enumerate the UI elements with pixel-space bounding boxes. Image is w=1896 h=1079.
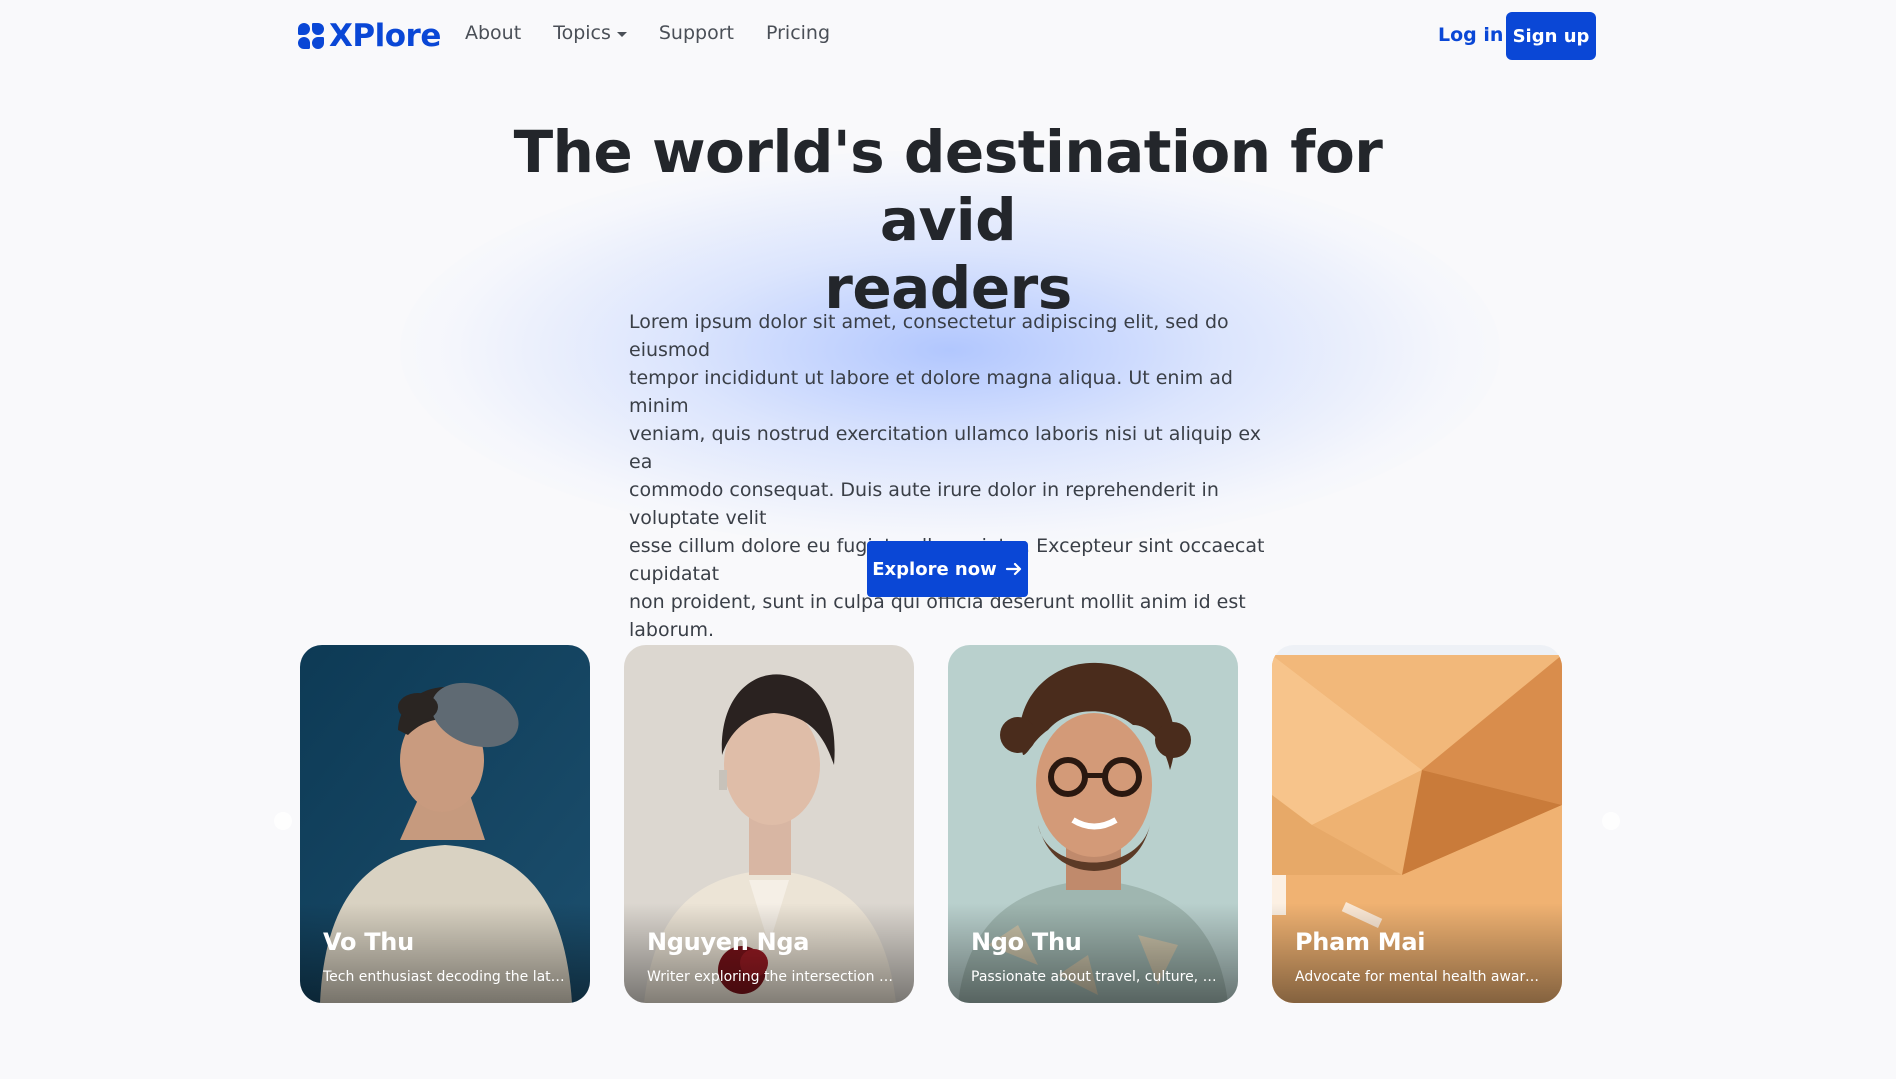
explore-now-button[interactable]: Explore now xyxy=(867,541,1028,597)
nav-link-support-label: Support xyxy=(658,22,734,44)
hero-headline-line-1: The world's destination for avid xyxy=(513,118,1383,254)
author-name: Nguyen Nga xyxy=(647,928,810,956)
author-description: Advocate for mental health awareness xyxy=(1295,969,1545,985)
arrow-right-icon xyxy=(1005,562,1021,576)
author-card[interactable]: Nguyen Nga Writer exploring the intersec… xyxy=(624,645,914,1003)
author-carousel: Vo Thu Tech enthusiast decoding the late… xyxy=(300,645,1563,1003)
top-navbar: XPlore About Topics Support Pricing Log … xyxy=(0,0,1896,72)
nav-links: About Topics Support Pricing xyxy=(465,22,830,44)
lead-line: tempor incididunt ut labore et dolore ma… xyxy=(629,367,1233,417)
lead-line: veniam, quis nostrud exercitation ullamc… xyxy=(629,423,1261,473)
carousel-prev-button[interactable] xyxy=(274,812,292,830)
author-name: Pham Mai xyxy=(1295,928,1426,956)
author-name: Vo Thu xyxy=(323,928,414,956)
author-description: Tech enthusiast decoding the latest tren… xyxy=(323,969,573,985)
brand-name: XPlore xyxy=(329,18,441,54)
nav-link-topics-label: Topics xyxy=(553,22,611,44)
caret-down-icon xyxy=(616,31,627,37)
author-card[interactable]: Pham Mai Advocate for mental health awar… xyxy=(1272,645,1562,1003)
brand-logo[interactable]: XPlore xyxy=(298,16,441,56)
nav-link-pricing-label: Pricing xyxy=(765,22,831,44)
author-description: Writer exploring the intersection of tec… xyxy=(647,969,897,985)
nav-link-support[interactable]: Support xyxy=(659,22,734,44)
xplore-logo-icon xyxy=(298,22,325,50)
nav-link-about[interactable]: About xyxy=(465,22,521,44)
lead-line: non proident, sunt in culpa qui officia … xyxy=(629,591,1246,641)
signup-button[interactable]: Sign up xyxy=(1506,12,1596,60)
author-description: Passionate about travel, culture, and st… xyxy=(971,969,1221,985)
lead-line: commodo consequat. Duis aute irure dolor… xyxy=(629,479,1219,529)
nav-link-about-label: About xyxy=(465,22,522,44)
lead-line: Lorem ipsum dolor sit amet, consectetur … xyxy=(629,311,1229,361)
login-link[interactable]: Log in xyxy=(1438,24,1503,46)
author-card[interactable]: Ngo Thu Passionate about travel, culture… xyxy=(948,645,1238,1003)
author-card[interactable]: Vo Thu Tech enthusiast decoding the late… xyxy=(300,645,590,1003)
hero-headline: The world's destination for avid readers xyxy=(448,118,1448,322)
nav-link-topics[interactable]: Topics xyxy=(553,22,627,44)
author-name: Ngo Thu xyxy=(971,928,1082,956)
carousel-next-button[interactable] xyxy=(1602,812,1620,830)
explore-now-label: Explore now xyxy=(872,558,997,580)
nav-link-pricing[interactable]: Pricing xyxy=(766,22,830,44)
